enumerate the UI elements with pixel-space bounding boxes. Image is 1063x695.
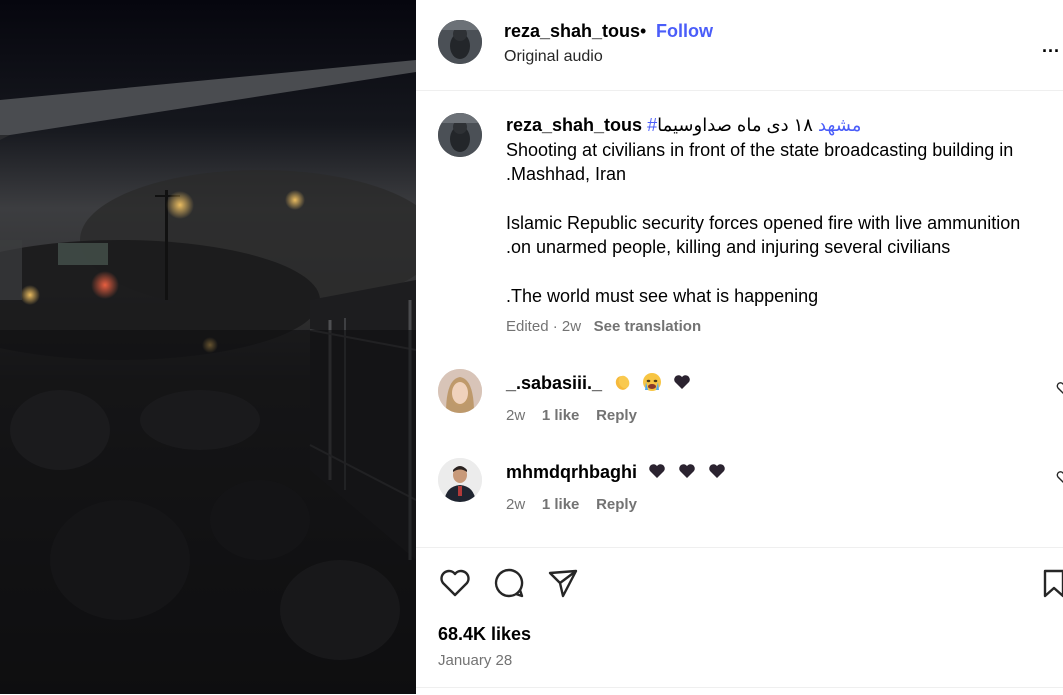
caption-author-avatar[interactable] [438, 113, 482, 157]
comment-2-meta: 2w 1 like Reply [506, 496, 637, 513]
comment-1-line: _.sabasiii._ [506, 372, 692, 394]
reply-button[interactable]: Reply [596, 496, 637, 513]
comment-1-meta: 2w 1 like Reply [506, 407, 637, 424]
post-media[interactable] [0, 0, 416, 694]
edited-label: Edited [506, 318, 549, 335]
post-side-panel: reza_shah_tous • Follow Original audio .… [416, 0, 1063, 694]
caption-username[interactable]: reza_shah_tous [506, 115, 642, 135]
comment-username[interactable]: _.sabasiii._ [506, 373, 602, 393]
post-actions: 68.4K likes January 28 [416, 547, 1063, 695]
comment-time[interactable]: 2w [506, 407, 525, 424]
post-date: January 28 [438, 652, 513, 669]
comment-2-line: mhmdqrhbaghi [506, 461, 727, 483]
comment-username[interactable]: mhmdqrhbaghi [506, 462, 637, 482]
comment-time[interactable]: 2w [506, 496, 525, 513]
comment-bubble-icon[interactable] [492, 566, 526, 600]
caption-line-5: .The world must see what is happening [506, 286, 819, 306]
divider [416, 687, 1063, 688]
comments-section: reza_shah_tous #مشهد ۱۸ دی ماه صداوسیما … [416, 91, 1063, 546]
caption-meta: Edited · 2w See translation [506, 318, 701, 335]
caption-time[interactable]: 2w [562, 318, 581, 335]
follow-button[interactable]: Follow [656, 21, 713, 42]
save-bookmark-icon[interactable] [1043, 566, 1063, 600]
avatar-image [438, 369, 482, 413]
meta-separator: · [552, 318, 558, 335]
comment-likes[interactable]: 1 like [542, 407, 580, 424]
commenter-avatar[interactable] [438, 458, 482, 502]
black-heart-icon [709, 464, 725, 478]
caption-first-line: reza_shah_tous #مشهد ۱۸ دی ماه صداوسیما [506, 115, 861, 136]
media-video-frame [0, 0, 416, 694]
audio-label[interactable]: Original audio [504, 48, 603, 66]
author-username[interactable]: reza_shah_tous [504, 21, 640, 42]
black-heart-icon [674, 375, 690, 389]
reply-button[interactable]: Reply [596, 407, 637, 424]
clapping-hands-icon [615, 375, 630, 390]
author-avatar[interactable] [438, 20, 482, 64]
share-send-icon[interactable] [546, 566, 580, 600]
caption-line-4: .on unarmed people, killing and injuring… [506, 237, 951, 257]
commenter-avatar[interactable] [438, 369, 482, 413]
caption-line-2: .Mashhad, Iran [506, 164, 627, 184]
black-heart-icon [649, 464, 665, 478]
caption-line-3: Islamic Republic security forces opened … [506, 213, 1021, 233]
like-comment-heart-icon[interactable] [1056, 381, 1063, 395]
more-options-icon[interactable]: ... [1042, 36, 1060, 57]
likes-count[interactable]: 68.4K likes [438, 624, 531, 645]
black-heart-icon [679, 464, 695, 478]
caption-persian-text: ۱۸ دی ماه صداوسیما [657, 115, 813, 135]
separator-dot: • [640, 21, 647, 41]
comment-likes[interactable]: 1 like [542, 496, 580, 513]
avatar-image [438, 20, 482, 64]
caption-line-1: Shooting at civilians in front of the st… [506, 140, 1014, 160]
avatar-image [438, 113, 482, 157]
like-heart-icon[interactable] [438, 566, 472, 600]
see-translation-button[interactable]: See translation [594, 318, 702, 335]
avatar-image [438, 458, 482, 502]
like-comment-heart-icon[interactable] [1056, 470, 1063, 484]
crying-face-icon [643, 373, 662, 391]
post-header: reza_shah_tous • Follow Original audio .… [416, 0, 1063, 91]
